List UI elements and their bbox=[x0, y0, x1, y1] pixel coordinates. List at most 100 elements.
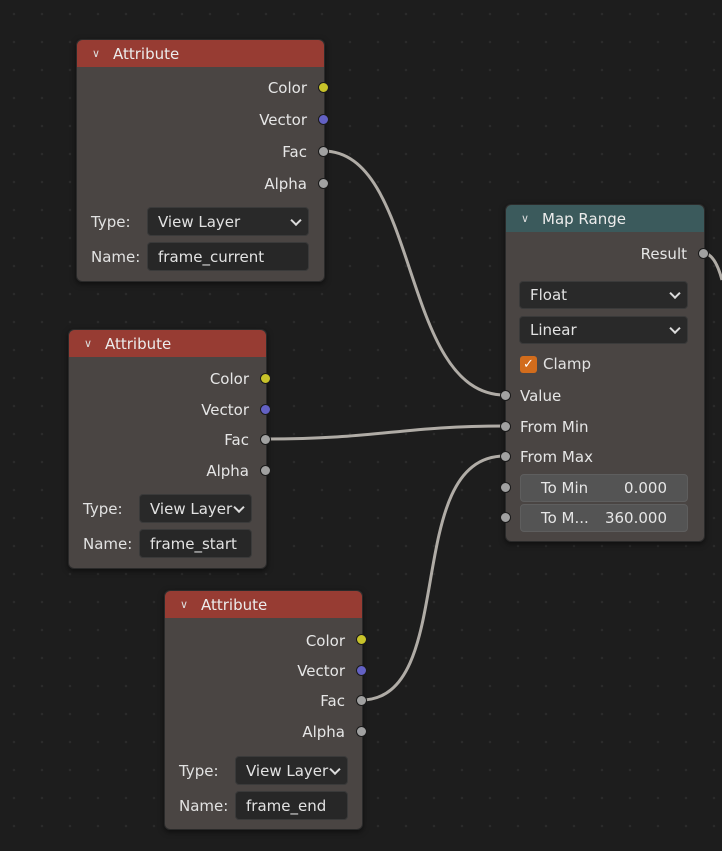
name-field[interactable]: frame_current bbox=[147, 242, 309, 271]
output-vector: Vector bbox=[69, 397, 266, 423]
link-fac-to-value bbox=[322, 149, 506, 397]
socket-vector[interactable] bbox=[260, 404, 271, 415]
name-label: Name: bbox=[83, 535, 133, 553]
chevron-down-icon bbox=[233, 501, 245, 513]
socket-fac[interactable] bbox=[356, 695, 367, 706]
type-dropdown[interactable]: View Layer bbox=[147, 207, 309, 236]
node-title: Attribute bbox=[105, 334, 172, 353]
output-fac: Fac bbox=[69, 427, 266, 453]
output-label: Color bbox=[305, 632, 345, 650]
output-label: Vector bbox=[201, 401, 249, 419]
output-label: Fac bbox=[224, 431, 249, 449]
type-dropdown[interactable]: View Layer bbox=[139, 494, 252, 523]
socket-vector[interactable] bbox=[318, 114, 329, 125]
to-max-label: To M... bbox=[541, 509, 589, 527]
output-color: Color bbox=[77, 75, 324, 101]
clamp-label: Clamp bbox=[543, 355, 591, 373]
chevron-down-icon[interactable]: ∨ bbox=[89, 47, 103, 60]
socket-from-max[interactable] bbox=[500, 451, 511, 462]
output-label: Fac bbox=[320, 692, 345, 710]
input-from-max: From Max bbox=[506, 444, 704, 470]
attribute-node-frame-current[interactable]: ∨ Attribute Color Vector Fac Alpha Type:… bbox=[76, 39, 329, 282]
output-vector: Vector bbox=[165, 658, 362, 684]
output-fac: Fac bbox=[165, 688, 362, 714]
attribute-node-frame-start[interactable]: ∨ Attribute Color Vector Fac Alpha Type:… bbox=[68, 329, 271, 569]
name-label: Name: bbox=[179, 797, 229, 815]
node-title: Map Range bbox=[542, 209, 626, 228]
type-dropdown[interactable]: View Layer bbox=[235, 756, 348, 785]
chevron-down-icon[interactable]: ∨ bbox=[518, 212, 532, 225]
link-fac-to-from-max bbox=[360, 454, 506, 702]
chevron-down-icon[interactable]: ∨ bbox=[177, 598, 191, 611]
type-label: Type: bbox=[83, 500, 123, 518]
type-label: Type: bbox=[179, 762, 219, 780]
socket-fac[interactable] bbox=[260, 434, 271, 445]
type-label: Type: bbox=[91, 213, 131, 231]
output-label: Color bbox=[209, 370, 249, 388]
name-field[interactable]: frame_start bbox=[139, 529, 252, 558]
map-range-node[interactable]: ∨ Map Range Result Float Linear ✓ Clamp … bbox=[500, 204, 709, 542]
chevron-down-icon[interactable]: ∨ bbox=[81, 337, 95, 350]
interpolation-dropdown[interactable]: Linear bbox=[519, 316, 688, 344]
output-label: Alpha bbox=[206, 462, 249, 480]
interpolation-value: Linear bbox=[530, 321, 577, 339]
output-color: Color bbox=[165, 628, 362, 654]
chevron-down-icon bbox=[669, 322, 681, 335]
output-label: Vector bbox=[259, 111, 307, 129]
name-value: frame_current bbox=[158, 247, 265, 266]
node-title: Attribute bbox=[113, 44, 180, 63]
socket-to-max[interactable] bbox=[500, 512, 511, 523]
name-field[interactable]: frame_end bbox=[235, 791, 348, 820]
chevron-down-icon bbox=[329, 763, 341, 775]
socket-from-min[interactable] bbox=[500, 421, 511, 432]
socket-alpha[interactable] bbox=[260, 465, 271, 476]
input-value: Value bbox=[506, 383, 704, 409]
socket-value[interactable] bbox=[500, 390, 511, 401]
link-fac-to-from-min bbox=[264, 424, 506, 441]
socket-color[interactable] bbox=[260, 373, 271, 384]
output-label: Color bbox=[267, 79, 307, 97]
input-label: From Max bbox=[520, 448, 593, 466]
node-header[interactable]: ∨ Attribute bbox=[165, 591, 362, 618]
type-value: View Layer bbox=[246, 761, 329, 780]
socket-result[interactable] bbox=[698, 248, 709, 259]
output-label: Fac bbox=[282, 143, 307, 161]
socket-alpha[interactable] bbox=[318, 178, 329, 189]
socket-vector[interactable] bbox=[356, 665, 367, 676]
checkmark-icon: ✓ bbox=[523, 357, 534, 372]
output-alpha: Alpha bbox=[77, 171, 324, 197]
output-result: Result bbox=[506, 241, 704, 267]
output-label: Alpha bbox=[302, 723, 345, 741]
to-min-field[interactable]: To Min 0.000 bbox=[520, 474, 688, 502]
type-value: View Layer bbox=[150, 499, 233, 518]
node-title: Attribute bbox=[201, 595, 268, 614]
node-header[interactable]: ∨ Map Range bbox=[506, 205, 704, 232]
output-vector: Vector bbox=[77, 107, 324, 133]
output-alpha: Alpha bbox=[165, 719, 362, 745]
node-header[interactable]: ∨ Attribute bbox=[69, 330, 266, 357]
to-max-field[interactable]: To M... 360.000 bbox=[520, 504, 688, 532]
data-type-dropdown[interactable]: Float bbox=[519, 281, 688, 309]
socket-color[interactable] bbox=[318, 82, 329, 93]
name-label: Name: bbox=[91, 248, 141, 266]
output-fac: Fac bbox=[77, 139, 324, 165]
name-value: frame_start bbox=[150, 534, 237, 553]
type-value: View Layer bbox=[158, 212, 241, 231]
clamp-checkbox[interactable]: ✓ bbox=[520, 356, 537, 373]
socket-alpha[interactable] bbox=[356, 726, 367, 737]
input-label: From Min bbox=[520, 418, 589, 436]
socket-to-min[interactable] bbox=[500, 482, 511, 493]
node-editor-canvas[interactable]: ∨ Attribute Color Vector Fac Alpha Type:… bbox=[0, 0, 722, 851]
output-label: Alpha bbox=[264, 175, 307, 193]
output-label: Result bbox=[640, 245, 687, 263]
socket-color[interactable] bbox=[356, 634, 367, 645]
socket-fac[interactable] bbox=[318, 146, 329, 157]
to-min-value: 0.000 bbox=[624, 479, 667, 497]
node-header[interactable]: ∨ Attribute bbox=[77, 40, 324, 67]
output-color: Color bbox=[69, 366, 266, 392]
attribute-node-frame-end[interactable]: ∨ Attribute Color Vector Fac Alpha Type:… bbox=[164, 590, 367, 830]
data-type-value: Float bbox=[530, 286, 568, 304]
chevron-down-icon bbox=[669, 287, 681, 300]
chevron-down-icon bbox=[290, 214, 302, 226]
name-value: frame_end bbox=[246, 796, 327, 815]
